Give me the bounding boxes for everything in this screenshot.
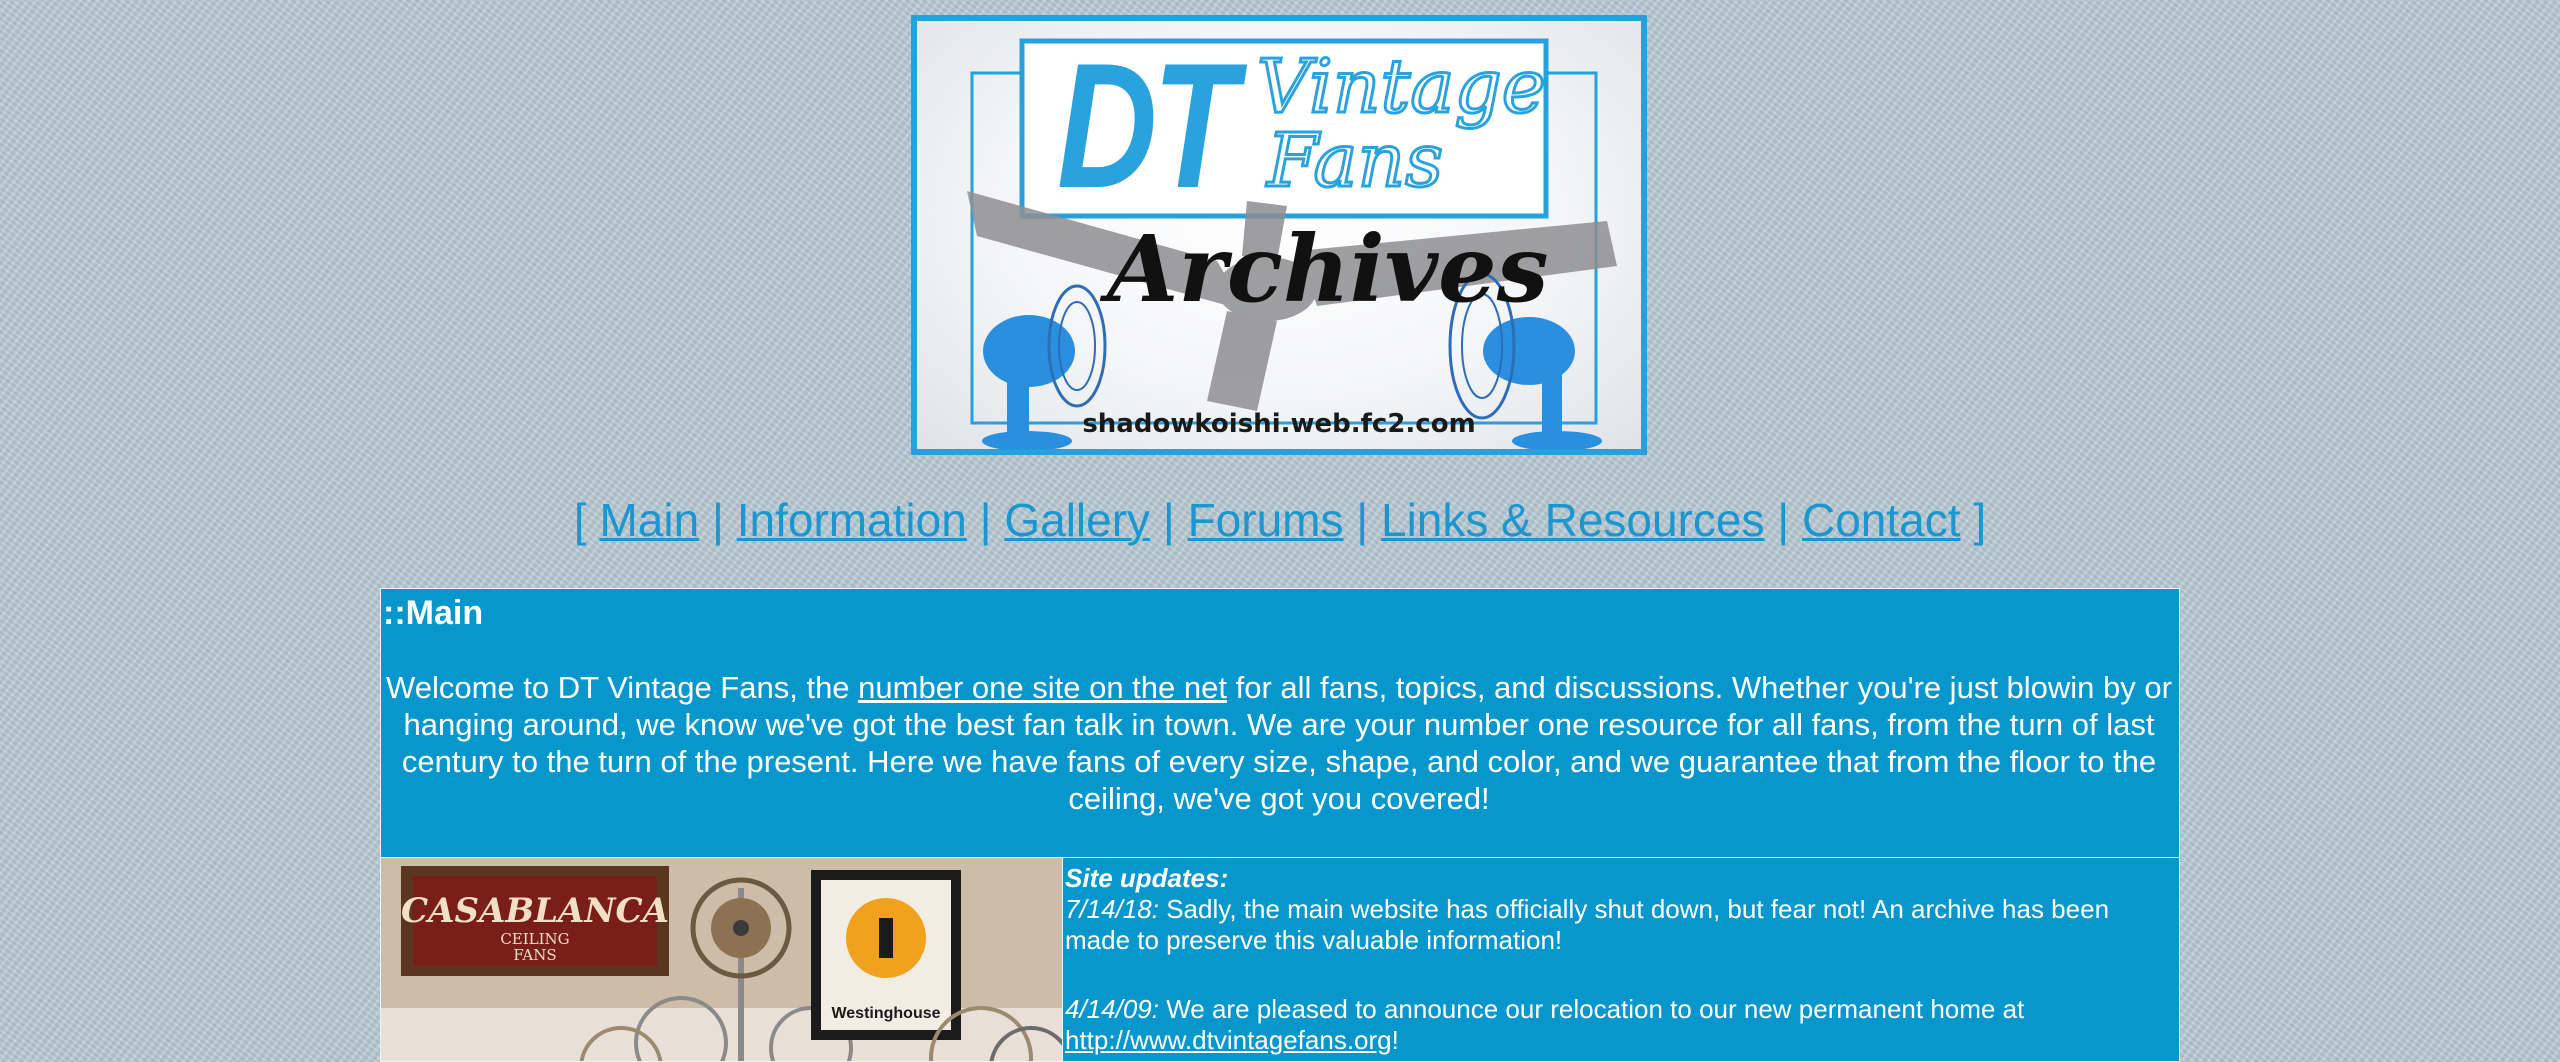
update-text: We are pleased to announce our relocatio… bbox=[1158, 994, 2025, 1024]
westinghouse-poster-icon: Westinghouse bbox=[811, 870, 961, 1040]
logo-fans-text: Fans bbox=[1265, 118, 1444, 204]
section-title: ::Main bbox=[383, 594, 484, 632]
welcome-paragraph: Welcome to DT Vintage Fans, the number o… bbox=[381, 669, 2177, 817]
nav-separator: | bbox=[1162, 494, 1175, 546]
sign-fans-text: FANS bbox=[513, 946, 556, 964]
update-entry: 7/14/18: Sadly, the main website has off… bbox=[1065, 894, 2175, 956]
logo-archives-text: Archives bbox=[1107, 215, 1549, 323]
casablanca-sign-icon: CASABLANCA CEILING FANS bbox=[401, 866, 669, 976]
fan-collection-photo-artwork: CASABLANCA CEILING FANS Westinghouse bbox=[381, 858, 1062, 1061]
nav-separator: | bbox=[1777, 494, 1790, 546]
welcome-text-start: Welcome to DT Vintage Fans, the bbox=[386, 670, 859, 705]
main-content-panel: ::Main Welcome to DT Vintage Fans, the n… bbox=[380, 588, 2180, 1062]
site-logo-banner: DT Vintage Fans Archives shadowkoishi.we… bbox=[911, 15, 1647, 455]
logo-url-text: shadowkoishi.web.fc2.com bbox=[1082, 409, 1476, 439]
number-one-site-link[interactable]: number one site on the net bbox=[858, 670, 1227, 705]
main-navigation: [ Main | Information | Gallery | Forums … bbox=[0, 490, 2560, 550]
update-text-end: ! bbox=[1391, 1025, 1399, 1055]
nav-link-information[interactable]: Information bbox=[737, 494, 967, 546]
logo-dt-text: DT bbox=[1057, 26, 1237, 225]
fan-collection-photo: CASABLANCA CEILING FANS Westinghouse bbox=[381, 858, 1063, 1061]
nav-close-bracket: ] bbox=[1973, 494, 1987, 546]
nav-link-contact[interactable]: Contact bbox=[1802, 494, 1961, 546]
update-entry: 4/14/09: We are pleased to announce our … bbox=[1065, 994, 2175, 1056]
sign-casablanca-text: CASABLANCA bbox=[401, 891, 669, 931]
nav-link-links-resources[interactable]: Links & Resources bbox=[1381, 494, 1765, 546]
updates-header: Site updates: bbox=[1065, 863, 1229, 893]
new-home-link[interactable]: http://www.dtvintagefans.org bbox=[1065, 1025, 1392, 1055]
update-text: Sadly, the main website has officially s… bbox=[1065, 894, 2110, 955]
sign-westinghouse-text: Westinghouse bbox=[831, 1005, 940, 1022]
nav-link-main[interactable]: Main bbox=[599, 494, 699, 546]
nav-link-forums[interactable]: Forums bbox=[1188, 494, 1344, 546]
logo-vintage-text: Vintage bbox=[1255, 44, 1546, 130]
nav-separator: | bbox=[979, 494, 992, 546]
nav-link-gallery[interactable]: Gallery bbox=[1004, 494, 1150, 546]
site-updates: Site updates: 7/14/18: Sadly, the main w… bbox=[1065, 863, 2175, 1056]
nav-open-bracket: [ bbox=[573, 494, 587, 546]
update-date: 7/14/18: bbox=[1065, 894, 1159, 924]
update-date: 4/14/09: bbox=[1065, 994, 1159, 1024]
nav-separator: | bbox=[711, 494, 724, 546]
nav-separator: | bbox=[1356, 494, 1369, 546]
